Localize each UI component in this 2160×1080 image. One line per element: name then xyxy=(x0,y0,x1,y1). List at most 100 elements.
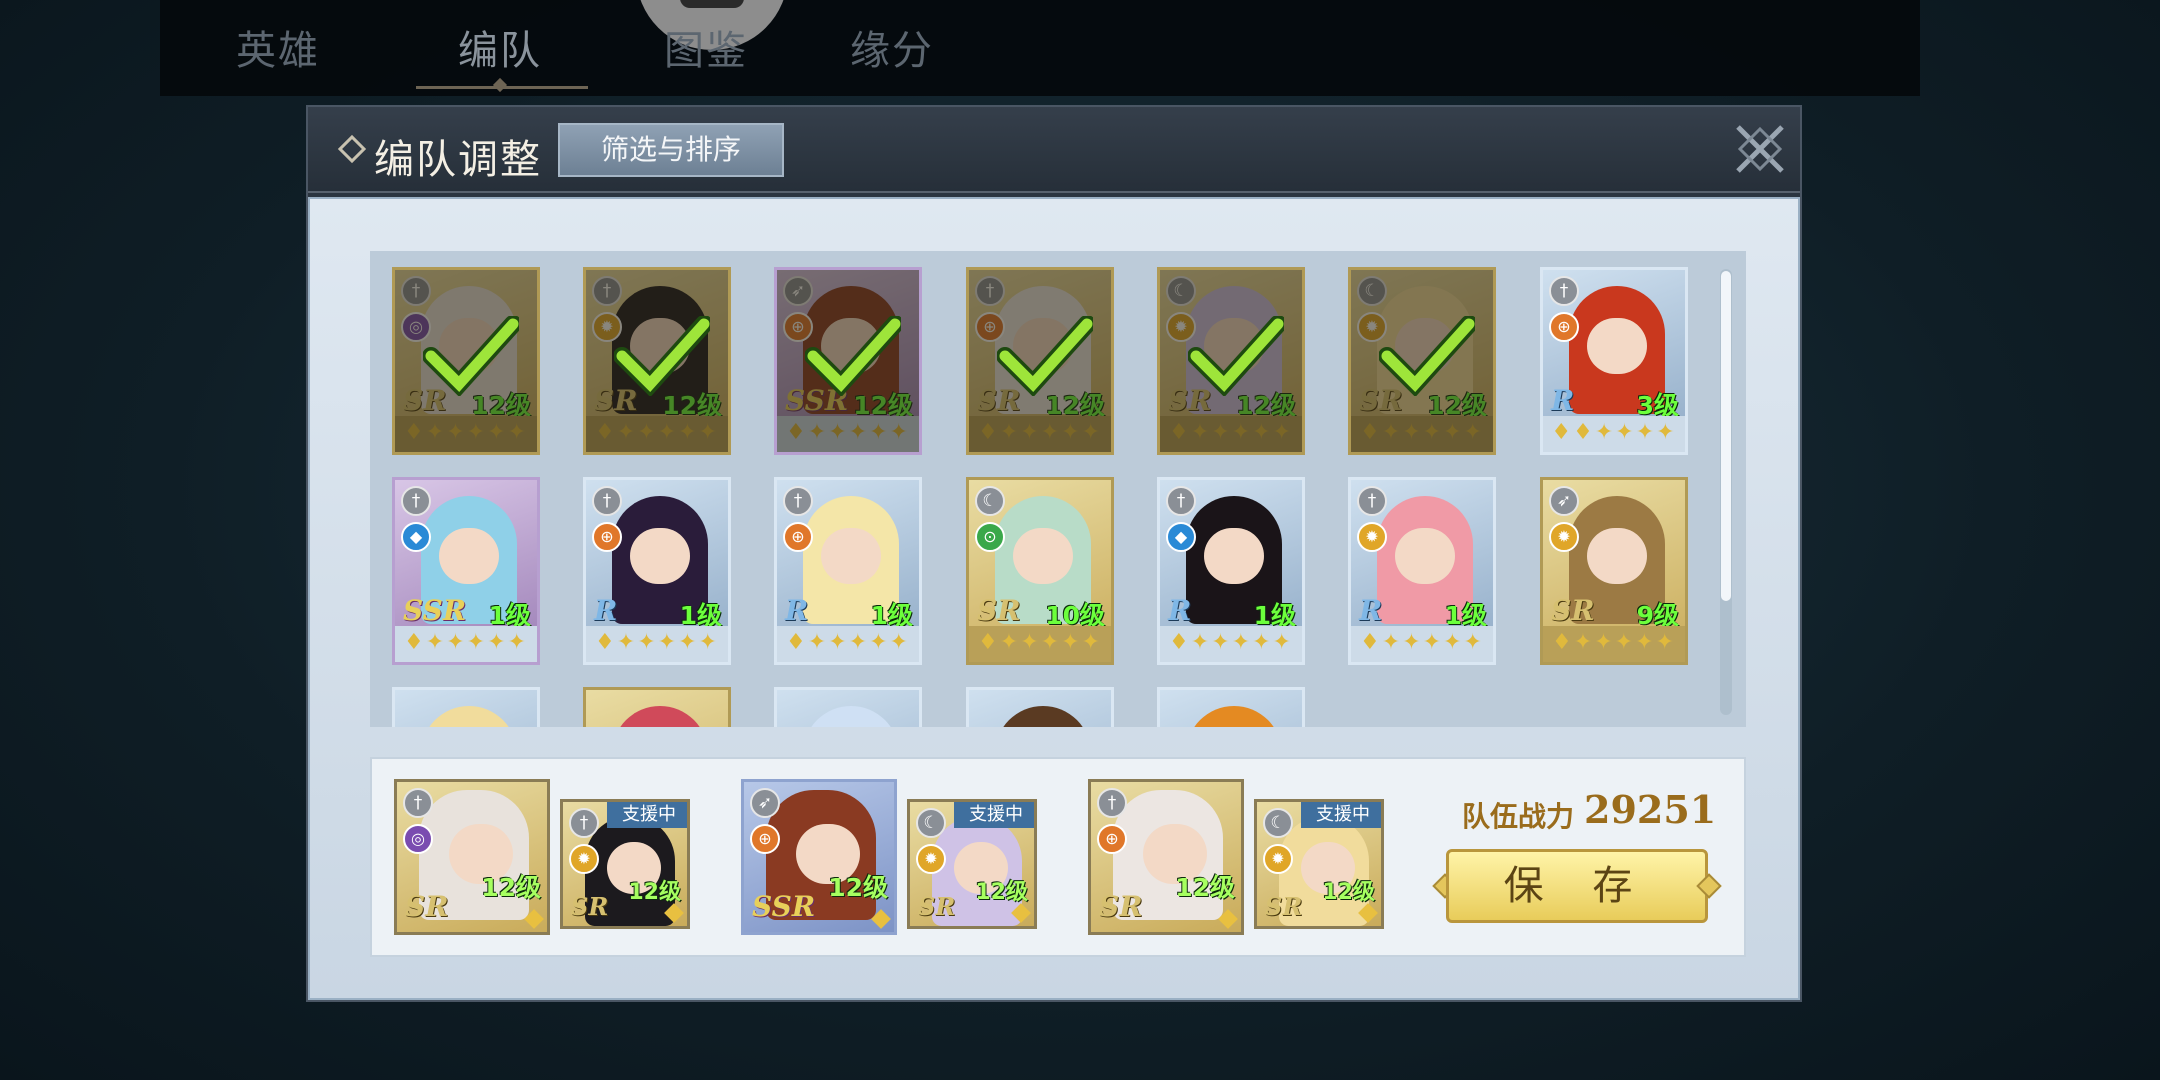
rarity-badge: SR xyxy=(977,594,1021,627)
star-rating: ♦✦✦✦✦✦ xyxy=(1160,416,1302,452)
star-rating: ♦✦✦✦✦✦ xyxy=(969,416,1111,452)
support-card[interactable]: 支援中 ☾ ✹ 12级 SR xyxy=(1254,799,1384,929)
selected-check-icon xyxy=(422,315,522,398)
save-button[interactable]: 保 存 xyxy=(1446,849,1708,923)
star-rating: ♦✦✦✦✦✦ xyxy=(969,626,1111,662)
tab-codex[interactable]: 图鉴 xyxy=(664,18,748,76)
close-icon[interactable] xyxy=(1732,121,1788,177)
panel-body: † ◎ SR 12级 ♦✦✦✦✦✦ † ✹ SR 12级 ♦✦✦✦✦✦ ➶ ⊕ SSR 12级 ♦✦✦✦✦✦… xyxy=(308,197,1800,1000)
sword-icon: † xyxy=(401,276,431,306)
water-icon: ◆ xyxy=(401,522,431,552)
selected-check-icon xyxy=(1187,315,1287,398)
team-member-card[interactable]: † ⊕ 12级 SR xyxy=(1088,779,1244,935)
star-rating: ♦✦✦✦✦✦ xyxy=(586,626,728,662)
hero-card[interactable]: † ◆ R 1级 ♦✦✦✦✦✦ xyxy=(1157,477,1305,665)
team-member-card[interactable]: † ◎ 12级 SR xyxy=(394,779,550,935)
hero-portrait xyxy=(1186,706,1282,727)
top-nav-bar xyxy=(160,0,1920,96)
hero-face xyxy=(821,528,881,584)
hero-face xyxy=(1587,528,1647,584)
filter-sort-button[interactable]: 筛选与排序 xyxy=(558,123,784,177)
fire-icon: ⊕ xyxy=(750,824,780,854)
wind-icon: ⊙ xyxy=(975,522,1005,552)
team-power-value: 29251 xyxy=(1584,787,1717,832)
sword-icon: † xyxy=(592,486,622,516)
hero-card[interactable]: † ⊕ R 3级 ♦♦✦✦✦✦ xyxy=(1540,267,1688,455)
light-icon: ✹ xyxy=(1263,844,1293,874)
sword-icon: † xyxy=(1357,486,1387,516)
support-level: 12级 xyxy=(1322,880,1375,905)
light-icon: ✹ xyxy=(1357,522,1387,552)
tab-heroes[interactable]: 英雄 xyxy=(236,18,320,76)
star-rating: ♦✦✦✦✦✦ xyxy=(1351,416,1493,452)
support-card[interactable]: 支援中 † ✹ 12级 SR xyxy=(560,799,690,929)
hero-portrait xyxy=(421,706,517,727)
hero-card-partial[interactable] xyxy=(1157,687,1305,727)
hero-card[interactable]: † ⊕ SR 12级 ♦✦✦✦✦✦ xyxy=(966,267,1114,455)
rarity-badge: R xyxy=(1359,594,1383,627)
hero-card-partial[interactable] xyxy=(966,687,1114,727)
fire-icon: ⊕ xyxy=(1549,312,1579,342)
member-rarity: SSR xyxy=(752,890,816,923)
support-tag: 支援中 xyxy=(954,802,1034,828)
member-rarity: SR xyxy=(405,890,449,923)
hero-card-partial[interactable] xyxy=(392,687,540,727)
sword-icon: † xyxy=(401,486,431,516)
panel-header: 编队调整 筛选与排序 xyxy=(308,107,1800,193)
sword-icon: † xyxy=(592,276,622,306)
hero-card[interactable]: † ⊕ R 1级 ♦✦✦✦✦✦ xyxy=(583,477,731,665)
hero-card[interactable]: ☾ ✹ SR 12级 ♦✦✦✦✦✦ xyxy=(1348,267,1496,455)
star-rating: ♦✦✦✦✦✦ xyxy=(777,416,919,452)
team-bar: † ◎ 12级 SR 支援中 † ✹ 12级 SR ➶ ⊕ 12级 SSR 支援中 ☾ ✹ 12级 SR † ⊕ 12级… xyxy=(370,757,1746,957)
hero-card[interactable]: ☾ ⊙ SR 10级 ♦✦✦✦✦✦ xyxy=(966,477,1114,665)
bow-icon: ➶ xyxy=(783,276,813,306)
selected-check-icon xyxy=(804,315,904,398)
fire-icon: ⊕ xyxy=(783,522,813,552)
support-card[interactable]: 支援中 ☾ ✹ 12级 SR xyxy=(907,799,1037,929)
hero-card[interactable]: ➶ ⊕ SSR 12级 ♦✦✦✦✦✦ xyxy=(774,267,922,455)
selected-check-icon xyxy=(996,315,1096,398)
tab-formation[interactable]: 编队 xyxy=(458,18,542,76)
hero-card[interactable]: ☾ ✹ SR 12级 ♦✦✦✦✦✦ xyxy=(1157,267,1305,455)
star-rating: ♦✦✦✦✦✦ xyxy=(1160,626,1302,662)
star-rating: ♦✦✦✦✦✦ xyxy=(1543,626,1685,662)
panel-title: 编队调整 xyxy=(374,137,542,183)
moon-icon: ☾ xyxy=(1357,276,1387,306)
sword-icon: † xyxy=(783,486,813,516)
roster-scroll-thumb[interactable] xyxy=(1721,271,1731,601)
hero-face xyxy=(439,528,499,584)
water-icon: ◆ xyxy=(1166,522,1196,552)
team-member-card[interactable]: ➶ ⊕ 12级 SSR xyxy=(741,779,897,935)
bow-icon: ➶ xyxy=(1549,486,1579,516)
hero-card[interactable]: ➶ ✹ SR 9级 ♦✦✦✦✦✦ xyxy=(1540,477,1688,665)
member-level: 12级 xyxy=(828,873,888,902)
bow-icon: ➶ xyxy=(750,788,780,818)
star-rating: ♦✦✦✦✦✦ xyxy=(395,416,537,452)
hero-portrait xyxy=(612,706,708,727)
title-diamond-icon xyxy=(337,134,367,164)
member-rarity: SR xyxy=(1099,890,1143,923)
hero-card[interactable]: † ⊕ R 1级 ♦✦✦✦✦✦ xyxy=(774,477,922,665)
sword-icon: † xyxy=(1166,486,1196,516)
hero-portrait xyxy=(803,706,899,727)
hero-roster-grid[interactable]: † ◎ SR 12级 ♦✦✦✦✦✦ † ✹ SR 12级 ♦✦✦✦✦✦ ➶ ⊕ SSR 12级 ♦✦✦✦✦✦… xyxy=(370,251,1746,727)
hero-card[interactable]: † ◎ SR 12级 ♦✦✦✦✦✦ xyxy=(392,267,540,455)
moon-icon: ☾ xyxy=(1166,276,1196,306)
tab-bond[interactable]: 缘分 xyxy=(850,18,934,76)
fire-icon: ⊕ xyxy=(592,522,622,552)
rarity-badge: R xyxy=(1168,594,1192,627)
member-level: 12级 xyxy=(481,873,541,902)
support-rarity: SR xyxy=(1265,892,1303,921)
star-rating: ♦✦✦✦✦✦ xyxy=(395,626,537,662)
sword-icon: † xyxy=(1549,276,1579,306)
hero-face xyxy=(1013,528,1073,584)
light-icon: ✹ xyxy=(569,844,599,874)
moon-icon: ☾ xyxy=(1263,808,1293,838)
hero-card[interactable]: † ✹ SR 12级 ♦✦✦✦✦✦ xyxy=(583,267,731,455)
hero-card[interactable]: † ✹ R 1级 ♦✦✦✦✦✦ xyxy=(1348,477,1496,665)
support-rarity: SR xyxy=(571,892,609,921)
selected-check-icon xyxy=(613,315,713,398)
hero-card-partial[interactable] xyxy=(583,687,731,727)
hero-card[interactable]: † ◆ SSR 1级 ♦✦✦✦✦✦ xyxy=(392,477,540,665)
hero-card-partial[interactable] xyxy=(774,687,922,727)
